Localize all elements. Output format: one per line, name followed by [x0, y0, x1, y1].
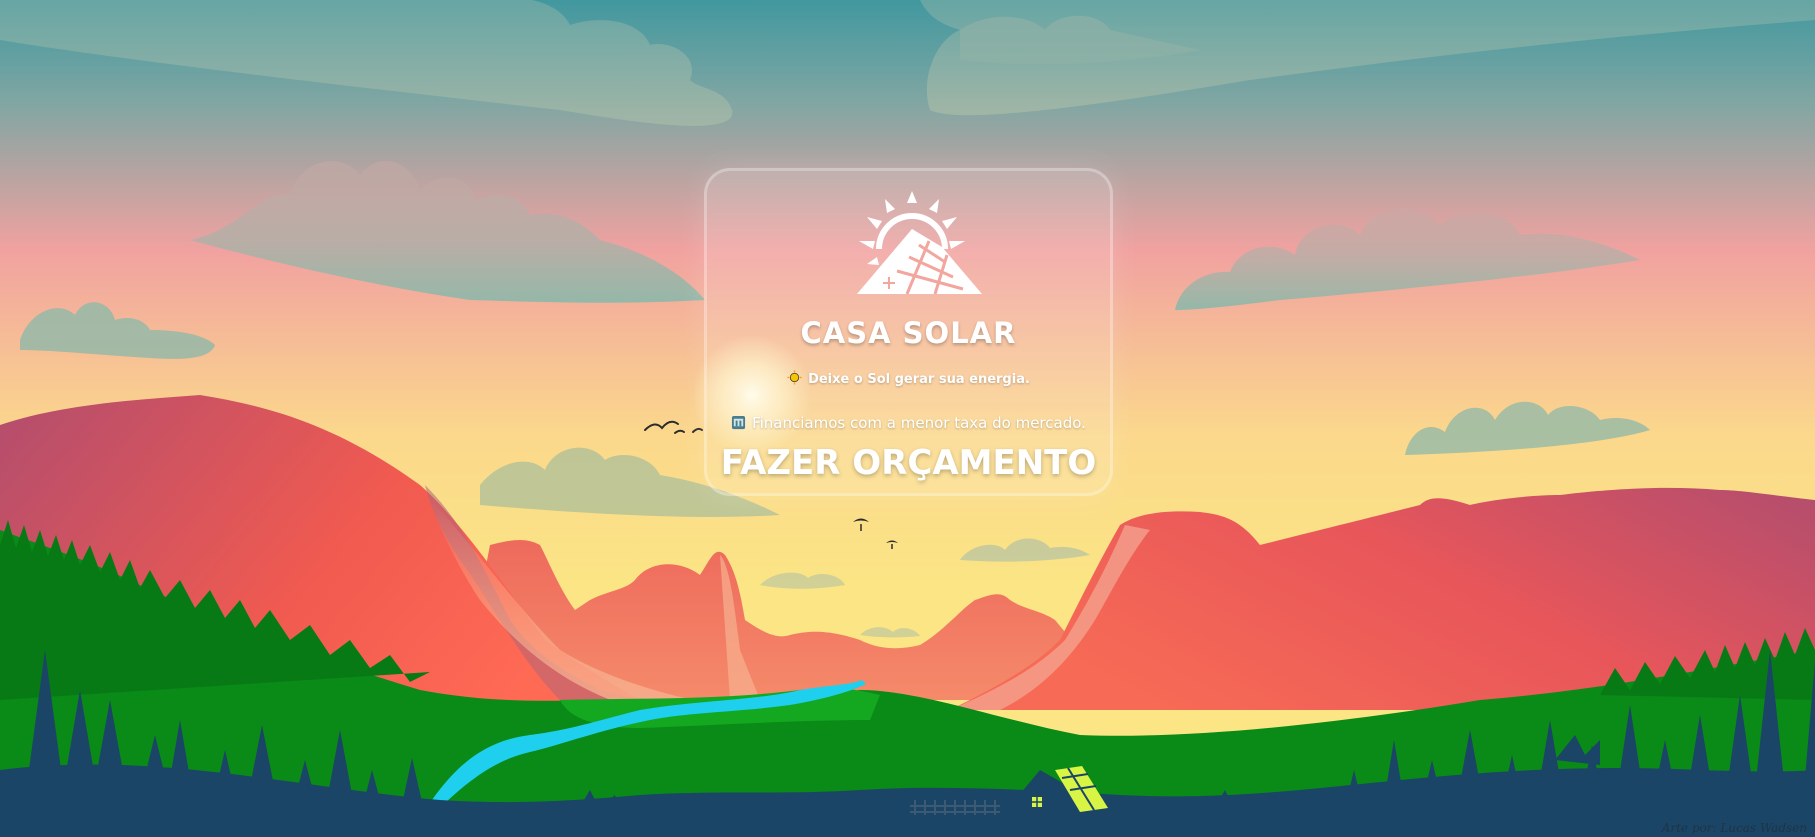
brand-title: CASA SOLAR	[800, 316, 1017, 350]
tagline-sun: Deixe o Sol gerar sua energia.	[707, 370, 1110, 387]
sun-icon	[787, 370, 802, 385]
art-credit: Arte por: Lucas Wadsen	[1661, 821, 1807, 835]
request-quote-button[interactable]: FAZER ORÇAMENTO	[707, 443, 1110, 483]
hero-card: CASA SOLAR Deixe o Sol gerar sua energia…	[704, 168, 1113, 496]
sun-house-solar-roof-icon	[857, 191, 982, 295]
tagline-financing: Financiamos com a menor taxa do mercado.	[707, 414, 1110, 432]
tagline-financing-text: Financiamos com a menor taxa do mercado.	[752, 414, 1086, 432]
bank-icon	[732, 415, 746, 430]
tagline-sun-text: Deixe o Sol gerar sua energia.	[808, 372, 1030, 387]
